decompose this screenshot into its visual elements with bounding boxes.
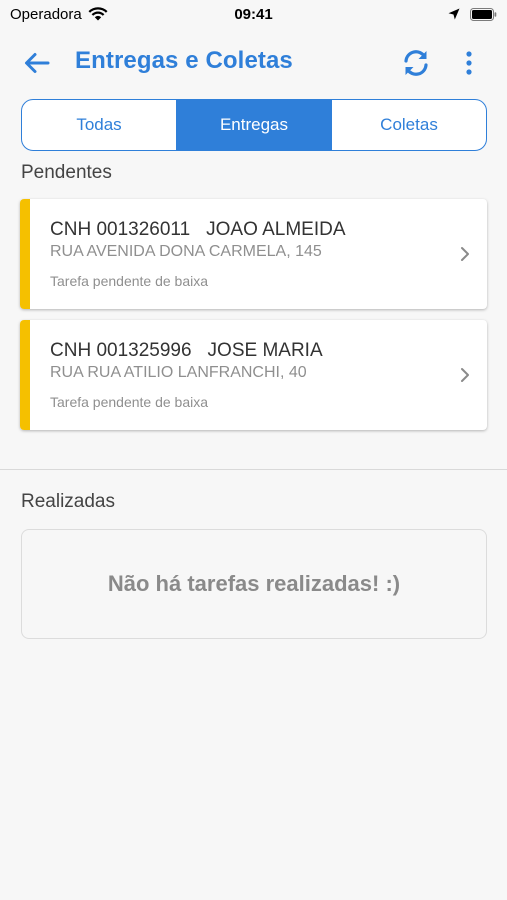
- chevron-right-icon: [461, 368, 469, 382]
- chevron-right-icon: [461, 247, 469, 261]
- battery-icon: [470, 7, 497, 21]
- pending-accent-bar: [20, 320, 30, 430]
- tab-todas[interactable]: Todas: [22, 100, 176, 150]
- task-status: Tarefa pendente de baixa: [50, 394, 209, 410]
- status-left: Operadora: [0, 6, 108, 23]
- tab-entregas[interactable]: Entregas: [176, 100, 331, 150]
- task-card[interactable]: CNH 001325996 JOSE MARIA RUA RUA ATILIO L…: [20, 320, 487, 430]
- more-options-button[interactable]: [456, 46, 482, 80]
- filter-tabs: Todas Entregas Coletas: [21, 99, 487, 151]
- empty-state-message: Não há tarefas realizadas! :): [107, 571, 401, 596]
- task-header: CNH 001325996 JOSE MARIA: [50, 340, 323, 362]
- task-code: CNH 001325996: [50, 340, 192, 361]
- task-address: RUA AVENIDA DONA CARMELA, 145: [50, 243, 322, 260]
- status-bar: Operadora 09:41: [0, 0, 507, 28]
- wifi-icon: [88, 7, 108, 21]
- arrow-left-icon: [25, 53, 50, 73]
- back-button[interactable]: [20, 48, 54, 78]
- pending-accent-bar: [20, 199, 30, 309]
- more-vertical-icon: [466, 51, 472, 75]
- carrier-label: Operadora: [10, 5, 82, 23]
- task-address: RUA RUA ATILIO LANFRANCHI, 40: [50, 364, 307, 381]
- app-bar: Entregas e Coletas: [0, 28, 507, 98]
- page-title: Entregas e Coletas: [75, 47, 293, 74]
- empty-state-box: Não há tarefas realizadas! :): [21, 529, 487, 639]
- section-divider: [0, 469, 507, 470]
- task-client-name: JOSE MARIA: [207, 340, 323, 361]
- sync-icon: [404, 50, 428, 76]
- task-code: CNH 001326011: [50, 219, 191, 240]
- pending-section-title: Pendentes: [21, 162, 112, 183]
- done-section-title: Realizadas: [21, 491, 115, 512]
- status-right: [448, 7, 507, 21]
- task-header: CNH 001326011 JOAO ALMEIDA: [50, 219, 346, 241]
- location-arrow-icon: [448, 8, 460, 20]
- sync-button[interactable]: [398, 46, 434, 80]
- task-status: Tarefa pendente de baixa: [50, 273, 209, 289]
- task-client-name: JOAO ALMEIDA: [206, 219, 346, 240]
- task-card[interactable]: CNH 001326011 JOAO ALMEIDA RUA AVENIDA DO…: [20, 199, 487, 309]
- tab-coletas[interactable]: Coletas: [331, 100, 486, 150]
